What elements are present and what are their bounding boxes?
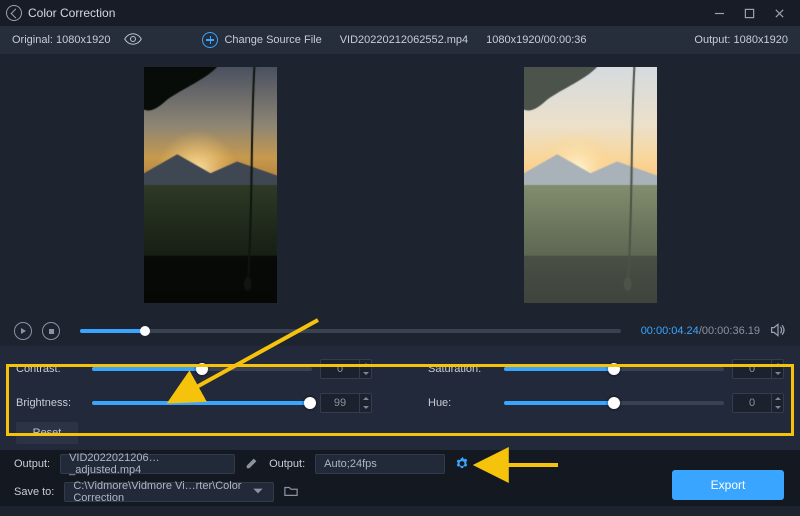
hue-step-up[interactable] — [772, 394, 783, 403]
source-filename: VID20220212062552.mp4 — [340, 34, 468, 46]
hue-step-down[interactable] — [772, 403, 783, 412]
titlebar: Color Correction — [0, 0, 800, 26]
contrast-slider[interactable] — [92, 367, 312, 371]
contrast-value-box[interactable]: 0 — [320, 359, 372, 379]
save-path-text: C:\Vidmore\Vidmore Vi…rter\Color Correct… — [73, 480, 245, 504]
export-button[interactable]: Export — [672, 470, 784, 500]
saturation-step-down[interactable] — [772, 369, 783, 378]
contrast-value: 0 — [321, 360, 359, 378]
original-label: Original: 1080x1920 — [12, 34, 110, 46]
contrast-step-down[interactable] — [360, 369, 371, 378]
output-format-text: Auto;24fps — [324, 458, 377, 470]
seek-slider[interactable] — [80, 329, 621, 333]
output-file-label: Output: — [14, 458, 50, 470]
hue-value: 0 — [733, 394, 771, 412]
contrast-step-up[interactable] — [360, 360, 371, 369]
output-filename-text: VID2022021206…_adjusted.mp4 — [69, 452, 226, 476]
brightness-step-down[interactable] — [360, 403, 371, 412]
close-button[interactable] — [764, 0, 794, 26]
preview-canvas-original — [144, 67, 277, 303]
saturation-value: 0 — [733, 360, 771, 378]
output-resolution: Output: 1080x1920 — [694, 34, 788, 46]
output-preview — [400, 60, 780, 310]
contrast-label: Contrast: — [16, 363, 84, 375]
preview-canvas-output — [524, 67, 657, 303]
volume-icon[interactable] — [770, 323, 786, 340]
stop-button[interactable] — [42, 322, 60, 340]
hue-label: Hue: — [428, 397, 496, 409]
save-path-field[interactable]: C:\Vidmore\Vidmore Vi…rter\Color Correct… — [64, 482, 274, 502]
brightness-value: 99 — [321, 394, 359, 412]
preview-toggle-icon[interactable] — [124, 32, 142, 49]
brightness-step-up[interactable] — [360, 394, 371, 403]
source-meta: 1080x1920/00:00:36 — [486, 34, 586, 46]
source-info-bar: Original: 1080x1920 Change Source File V… — [0, 26, 800, 54]
hue-value-box[interactable]: 0 — [732, 393, 784, 413]
time-display: 00:00:04.24/00:00:36.19 — [641, 325, 760, 337]
change-source-button[interactable]: Change Source File — [202, 32, 321, 48]
save-to-label: Save to: — [14, 486, 54, 498]
play-button[interactable] — [14, 322, 32, 340]
playback-bar: 00:00:04.24/00:00:36.19 — [0, 316, 800, 346]
correction-panel: Contrast: 0 Saturation: 0 Brightness: 99… — [0, 346, 800, 450]
output-format-label: Output: — [269, 458, 305, 470]
brightness-slider[interactable] — [92, 401, 312, 405]
rename-icon[interactable] — [245, 456, 259, 473]
saturation-slider[interactable] — [504, 367, 724, 371]
saturation-step-up[interactable] — [772, 360, 783, 369]
plus-circle-icon — [202, 32, 218, 48]
brightness-label: Brightness: — [16, 397, 84, 409]
minimize-button[interactable] — [704, 0, 734, 26]
reset-button[interactable]: Reset — [16, 422, 78, 444]
app-icon — [6, 5, 22, 21]
maximize-button[interactable] — [734, 0, 764, 26]
settings-gear-icon[interactable] — [455, 456, 469, 473]
output-filename-field[interactable]: VID2022021206…_adjusted.mp4 — [60, 454, 235, 474]
output-format-field[interactable]: Auto;24fps — [315, 454, 445, 474]
saturation-label: Saturation: — [428, 363, 496, 375]
brightness-value-box[interactable]: 99 — [320, 393, 372, 413]
window-title: Color Correction — [28, 6, 115, 20]
open-folder-icon[interactable] — [284, 484, 298, 501]
preview-area — [0, 54, 800, 316]
change-source-label: Change Source File — [224, 34, 321, 46]
chevron-down-icon — [251, 484, 265, 501]
saturation-value-box[interactable]: 0 — [732, 359, 784, 379]
original-preview — [20, 60, 400, 310]
hue-slider[interactable] — [504, 401, 724, 405]
